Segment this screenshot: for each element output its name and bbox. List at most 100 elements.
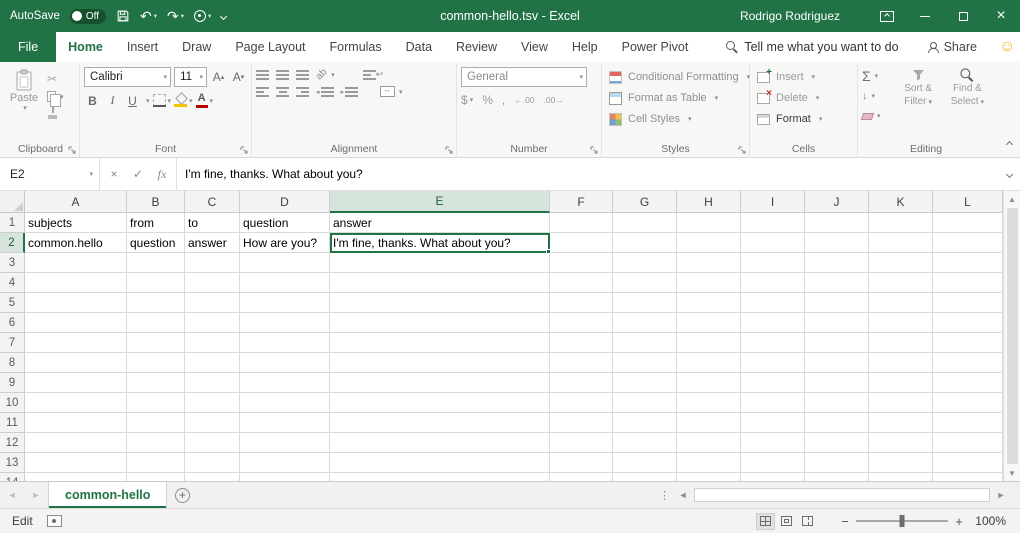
cell-L6[interactable] — [933, 313, 1003, 333]
cell-J13[interactable] — [805, 453, 869, 473]
cell-L4[interactable] — [933, 273, 1003, 293]
dialog-launcher-icon[interactable] — [445, 146, 453, 154]
cell-K11[interactable] — [869, 413, 933, 433]
column-header-J[interactable]: J — [805, 191, 869, 213]
row-header-13[interactable]: 13 — [0, 453, 25, 473]
cell-I7[interactable] — [741, 333, 805, 353]
cell-C9[interactable] — [185, 373, 240, 393]
cell-J7[interactable] — [805, 333, 869, 353]
row-header-7[interactable]: 7 — [0, 333, 25, 353]
cell-E3[interactable] — [330, 253, 550, 273]
cell-E14[interactable] — [330, 473, 550, 481]
cell-F12[interactable] — [550, 433, 613, 453]
cell-C13[interactable] — [185, 453, 240, 473]
increase-indent-button[interactable]: ▸ — [341, 87, 359, 97]
cell-H6[interactable] — [677, 313, 741, 333]
cell-K10[interactable] — [869, 393, 933, 413]
row-header-1[interactable]: 1 — [0, 213, 25, 233]
cell-B4[interactable] — [127, 273, 185, 293]
cell-H8[interactable] — [677, 353, 741, 373]
dialog-launcher-icon[interactable] — [240, 146, 248, 154]
cell-B1[interactable]: from — [127, 213, 185, 233]
tab-view[interactable]: View — [509, 32, 560, 62]
customize-quick-access-button[interactable] — [221, 14, 226, 19]
tab-data[interactable]: Data — [394, 32, 444, 62]
cell-B11[interactable] — [127, 413, 185, 433]
tab-help[interactable]: Help — [560, 32, 610, 62]
cell-I4[interactable] — [741, 273, 805, 293]
tab-file[interactable]: File — [0, 32, 56, 62]
cell-C7[interactable] — [185, 333, 240, 353]
row-header-2[interactable]: 2 — [0, 233, 25, 253]
cell-A3[interactable] — [25, 253, 127, 273]
cell-F7[interactable] — [550, 333, 613, 353]
increase-font-size-button[interactable]: A▴ — [210, 68, 227, 87]
column-header-I[interactable]: I — [741, 191, 805, 213]
cell-A6[interactable] — [25, 313, 127, 333]
cell-E8[interactable] — [330, 353, 550, 373]
cell-J14[interactable] — [805, 473, 869, 481]
cell-I6[interactable] — [741, 313, 805, 333]
cell-I13[interactable] — [741, 453, 805, 473]
maximize-button[interactable] — [944, 0, 982, 32]
cell-D7[interactable] — [240, 333, 330, 353]
cell-K9[interactable] — [869, 373, 933, 393]
decrease-indent-button[interactable]: ◂ — [316, 87, 334, 97]
cell-C10[interactable] — [185, 393, 240, 413]
cell-D9[interactable] — [240, 373, 330, 393]
cell-G10[interactable] — [613, 393, 677, 413]
cell-E13[interactable] — [330, 453, 550, 473]
align-bottom-button[interactable] — [296, 70, 309, 80]
cell-G7[interactable] — [613, 333, 677, 353]
expand-formula-bar-button[interactable] — [998, 158, 1020, 190]
page-layout-view-button[interactable] — [777, 513, 796, 530]
sheet-scroll-left-button[interactable]: ◄ — [0, 482, 24, 508]
cell-G3[interactable] — [613, 253, 677, 273]
collapse-ribbon-button[interactable] — [1007, 134, 1012, 152]
format-painter-button[interactable] — [47, 107, 64, 119]
cell-A10[interactable] — [25, 393, 127, 413]
increase-decimal-button[interactable]: ←.00 — [514, 95, 534, 105]
conditional-formatting-button[interactable]: Conditional Formatting▾ — [606, 67, 745, 87]
tell-me-box[interactable]: Tell me what you want to do — [726, 32, 898, 62]
merge-center-button[interactable]: ▾ — [380, 86, 403, 97]
column-header-E[interactable]: E — [330, 191, 550, 213]
cell-C11[interactable] — [185, 413, 240, 433]
scroll-down-arrow[interactable]: ▼ — [1004, 465, 1020, 481]
enter-entry-button[interactable]: ✓ — [126, 167, 150, 181]
cell-E11[interactable] — [330, 413, 550, 433]
cell-D2[interactable]: How are you? — [240, 233, 330, 253]
cell-H10[interactable] — [677, 393, 741, 413]
decrease-decimal-button[interactable]: .00→ — [544, 95, 564, 105]
cell-D11[interactable] — [240, 413, 330, 433]
cell-H5[interactable] — [677, 293, 741, 313]
cell-A4[interactable] — [25, 273, 127, 293]
cell-F3[interactable] — [550, 253, 613, 273]
cell-E1[interactable]: answer — [330, 213, 550, 233]
number-format-select[interactable]: General▾ — [461, 67, 587, 87]
tab-power-pivot[interactable]: Power Pivot — [610, 32, 701, 62]
cell-E2[interactable]: I'm fine, thanks. What about you? — [330, 233, 550, 253]
cell-F2[interactable] — [550, 233, 613, 253]
redo-button[interactable]: ↷▾ — [167, 9, 184, 23]
dialog-launcher-icon[interactable] — [68, 146, 76, 154]
cell-L10[interactable] — [933, 393, 1003, 413]
cell-K8[interactable] — [869, 353, 933, 373]
cell-K5[interactable] — [869, 293, 933, 313]
fill-button[interactable]: ↓▾ — [862, 88, 892, 104]
close-button[interactable]: × — [982, 0, 1020, 32]
cell-E7[interactable] — [330, 333, 550, 353]
cell-F8[interactable] — [550, 353, 613, 373]
cell-B8[interactable] — [127, 353, 185, 373]
vertical-scrollbar[interactable]: ▲ ▼ — [1003, 191, 1020, 481]
insert-cells-button[interactable]: Insert▾ — [754, 67, 853, 87]
cell-A14[interactable] — [25, 473, 127, 481]
cell-F14[interactable] — [550, 473, 613, 481]
font-name-select[interactable]: Calibri▾ — [84, 67, 171, 87]
cell-J8[interactable] — [805, 353, 869, 373]
row-header-4[interactable]: 4 — [0, 273, 25, 293]
cell-K6[interactable] — [869, 313, 933, 333]
cell-I11[interactable] — [741, 413, 805, 433]
find-select-button[interactable]: Find &Select▾ — [945, 68, 990, 141]
fill-color-button[interactable]: ▾ — [174, 91, 193, 110]
